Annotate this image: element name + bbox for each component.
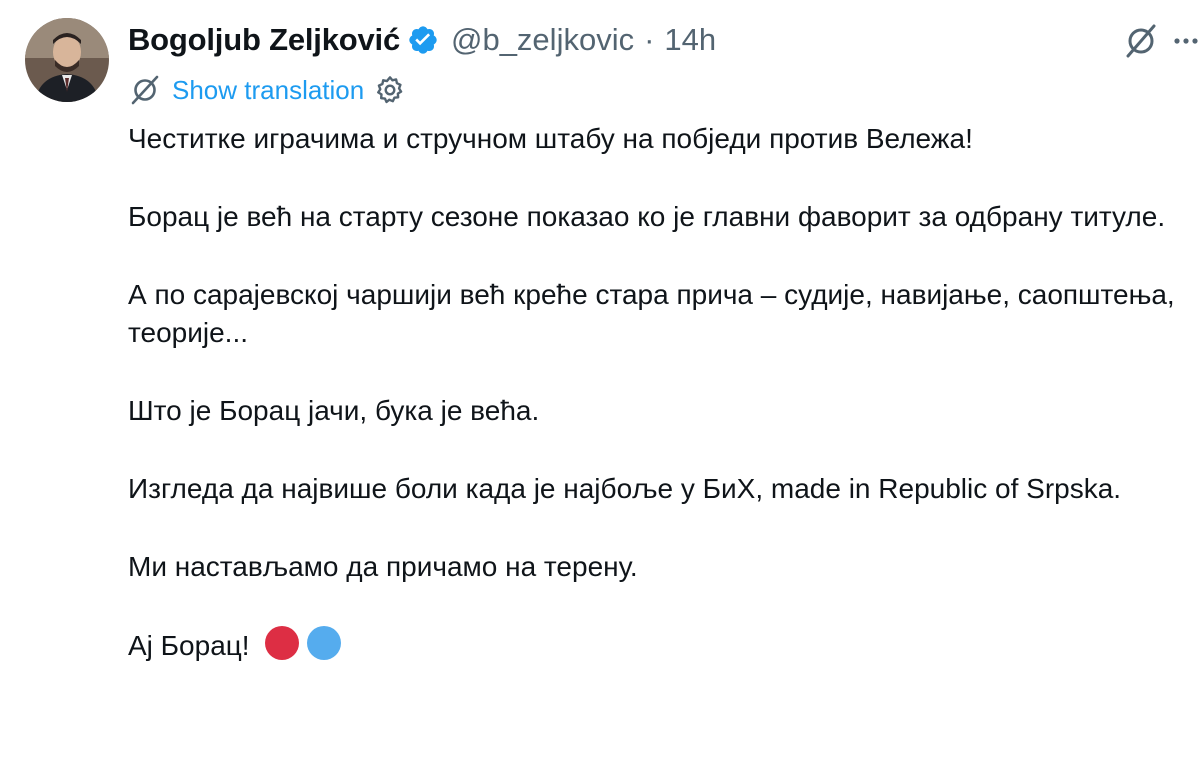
tweet-paragraph: Изгледа да највише боли када је најбоље … bbox=[128, 473, 1122, 504]
tweet-header: Bogoljub Zeljković @b_zeljkovic · 14h bbox=[128, 14, 716, 66]
tweet-text: Честитке играчима и стручном штабу на по… bbox=[128, 120, 1178, 705]
avatar[interactable] bbox=[25, 18, 109, 102]
gear-icon[interactable] bbox=[374, 74, 406, 106]
blue-circle-emoji bbox=[307, 626, 342, 660]
tweet-timestamp[interactable]: 14h bbox=[664, 22, 716, 58]
tweet-paragraph: Борац је већ на старту сезоне показао ко… bbox=[128, 201, 1166, 232]
grok-icon[interactable] bbox=[1122, 22, 1160, 60]
verified-badge-icon[interactable] bbox=[407, 24, 439, 56]
grok-icon bbox=[128, 73, 162, 107]
show-translation-link[interactable]: Show translation bbox=[172, 75, 364, 106]
more-icon[interactable] bbox=[1172, 22, 1200, 60]
tweet: Bogoljub Zeljković @b_zeljkovic · 14h Sh… bbox=[0, 0, 1200, 783]
author-handle[interactable]: @b_zeljkovic bbox=[451, 22, 634, 58]
tweet-paragraph-text: Ај Борац! bbox=[128, 630, 250, 661]
tweet-paragraph: Честитке играчима и стручном штабу на по… bbox=[128, 123, 973, 154]
separator-dot: · bbox=[644, 22, 655, 57]
tweet-paragraph: Што је Борац јачи, бука је већа. bbox=[128, 395, 540, 426]
tweet-paragraph-last: Ај Борац! bbox=[128, 626, 1178, 665]
author-name[interactable]: Bogoljub Zeljković bbox=[128, 22, 400, 58]
red-circle-emoji bbox=[265, 626, 300, 660]
tweet-paragraph: А по сарајевској чаршији већ креће стара… bbox=[128, 279, 1175, 348]
translation-row: Show translation bbox=[128, 70, 406, 110]
tweet-paragraph: Ми настављамо да причамо на терену. bbox=[128, 551, 638, 582]
